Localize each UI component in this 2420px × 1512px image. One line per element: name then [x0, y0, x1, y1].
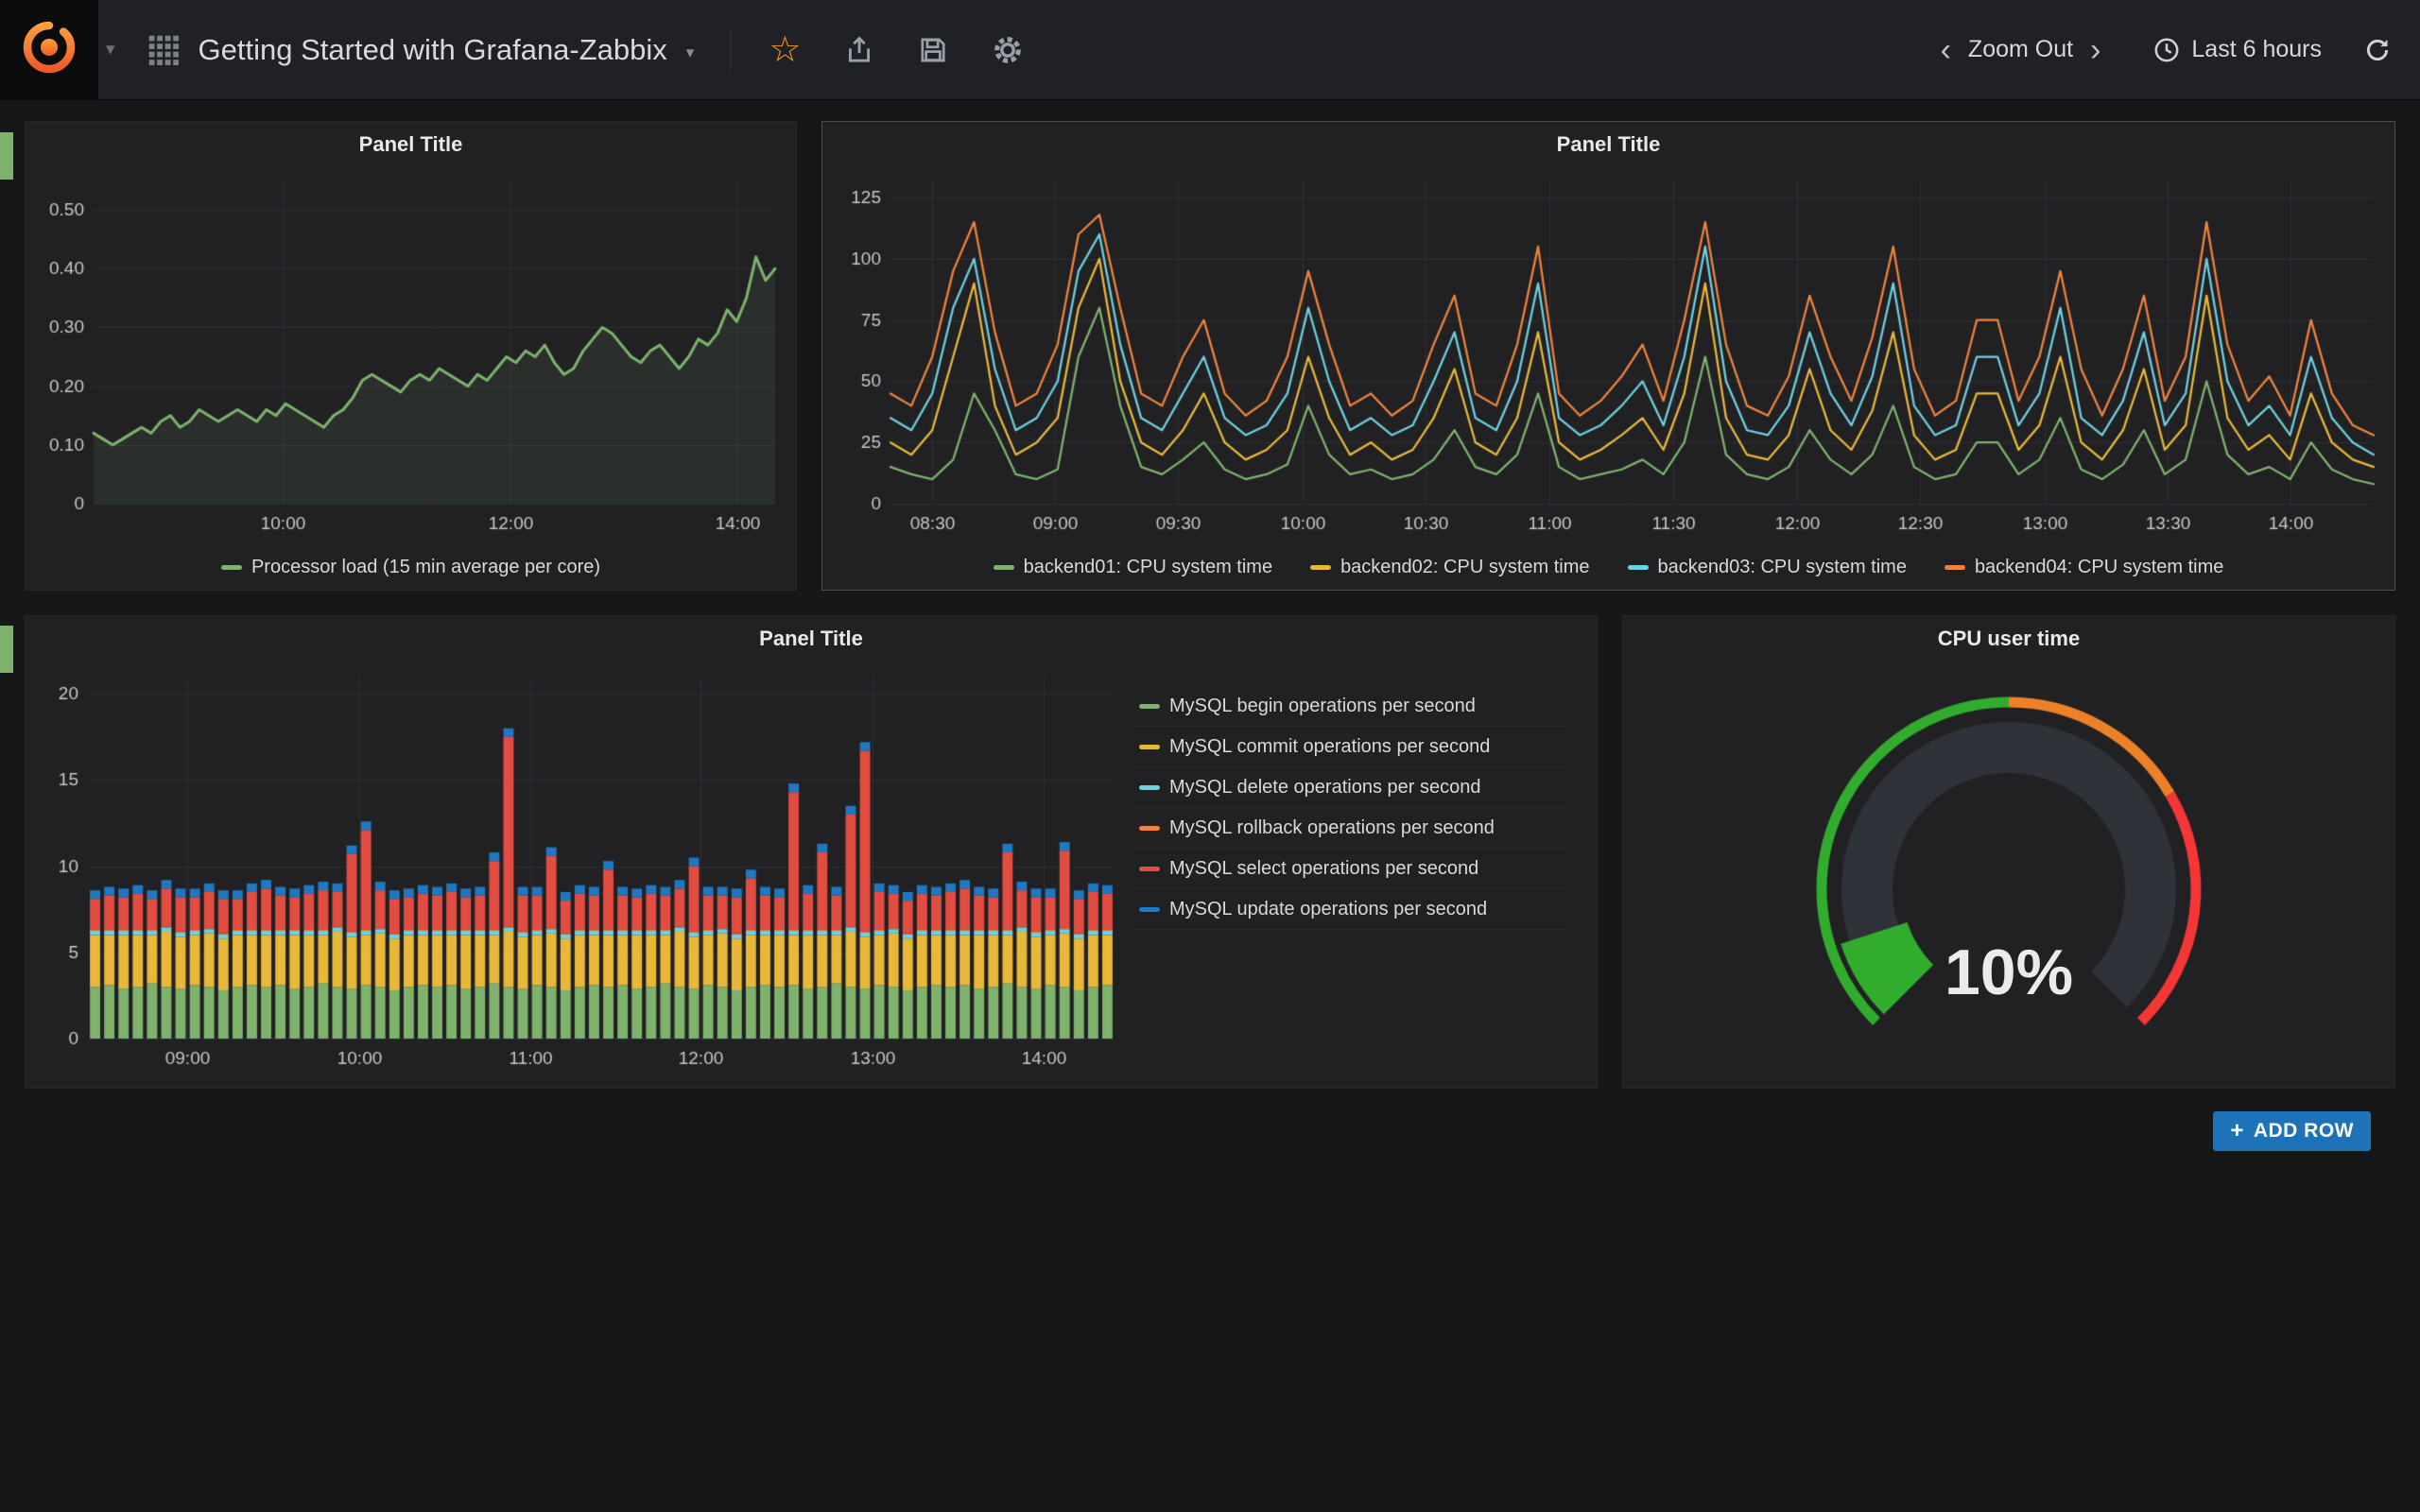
series-color-swatch [1139, 785, 1160, 790]
panel-title[interactable]: Panel Title [822, 122, 2394, 167]
row-handle-2[interactable] [0, 626, 13, 673]
panel-legend: backend01: CPU system time backend02: CP… [822, 545, 2394, 589]
legend-label: backend02: CPU system time [1340, 557, 1589, 578]
series-color-swatch [1139, 907, 1160, 912]
cpu-user-time-gauge[interactable] [1629, 662, 2389, 1082]
zoom-out-button[interactable]: Zoom Out [1964, 36, 2077, 63]
legend-label: backend03: CPU system time [1658, 557, 1907, 578]
panel-title[interactable]: Panel Title [26, 122, 796, 167]
panel-legend: MySQL begin operations per second MySQL … [1133, 662, 1582, 1082]
legend-label: backend01: CPU system time [1024, 557, 1272, 578]
dashboard-picker[interactable]: Getting Started with Grafana-Zabbix ▾ [147, 33, 695, 67]
panel-processor-load: Panel Title Processor load (15 min avera… [25, 121, 797, 591]
favorite-star-button[interactable]: ☆ [769, 32, 801, 68]
series-color-swatch [221, 565, 242, 570]
row-handle-1[interactable] [0, 132, 13, 180]
legend-item[interactable]: MySQL delete operations per second [1133, 767, 1568, 808]
legend-item[interactable]: MySQL commit operations per second [1133, 727, 1568, 767]
series-color-swatch [1139, 745, 1160, 749]
dashboard-title: Getting Started with Grafana-Zabbix [199, 33, 667, 67]
settings-button[interactable] [992, 34, 1024, 66]
refresh-icon [2363, 36, 2392, 64]
panel-legend: Processor load (15 min average per core) [26, 545, 796, 589]
plus-icon: + [2230, 1120, 2244, 1143]
grafana-logo [22, 20, 77, 79]
legend-item[interactable]: backend04: CPU system time [1945, 557, 2223, 578]
time-shift-forward-button[interactable]: › [2077, 34, 2114, 66]
panel-title[interactable]: Panel Title [26, 616, 1597, 662]
add-row-label: ADD ROW [2254, 1120, 2354, 1143]
legend-item[interactable]: backend01: CPU system time [994, 557, 1272, 578]
panel-cpu-system-time: Panel Title backend01: CPU system time b… [821, 121, 2395, 591]
legend-item[interactable]: Processor load (15 min average per core) [221, 557, 600, 578]
legend-label: MySQL rollback operations per second [1169, 817, 1495, 839]
series-color-swatch [1139, 704, 1160, 709]
legend-item[interactable]: MySQL update operations per second [1133, 889, 1568, 930]
time-range-label: Last 6 hours [2191, 36, 2322, 63]
legend-label: MySQL update operations per second [1169, 899, 1487, 920]
navbar-divider [730, 29, 731, 71]
legend-item[interactable]: MySQL begin operations per second [1133, 686, 1568, 727]
legend-item[interactable]: MySQL rollback operations per second [1133, 808, 1568, 849]
series-color-swatch [1310, 565, 1331, 570]
processor-load-chart[interactable] [31, 167, 790, 545]
series-color-swatch [994, 565, 1014, 570]
time-range-picker[interactable]: Last 6 hours [2153, 36, 2322, 63]
legend-label: backend04: CPU system time [1975, 557, 2223, 578]
star-icon: ☆ [769, 32, 801, 68]
dashboard-grid-icon [147, 34, 180, 66]
series-color-swatch [1628, 565, 1649, 570]
series-color-swatch [1139, 826, 1160, 831]
mysql-operations-chart[interactable] [26, 662, 1133, 1082]
share-button[interactable] [844, 35, 874, 65]
grafana-logo-button[interactable] [0, 0, 98, 99]
legend-label: MySQL select operations per second [1169, 858, 1478, 880]
cpu-system-time-chart[interactable] [828, 167, 2389, 545]
panel-mysql-operations: Panel Title MySQL begin operations per s… [25, 615, 1598, 1089]
gear-icon [992, 34, 1024, 66]
legend-label: Processor load (15 min average per core) [251, 557, 600, 578]
legend-label: MySQL delete operations per second [1169, 777, 1480, 799]
dashboard-title-caret-icon: ▾ [686, 43, 695, 62]
legend-label: MySQL begin operations per second [1169, 696, 1476, 717]
save-icon [918, 35, 948, 65]
legend-item[interactable]: backend02: CPU system time [1310, 557, 1589, 578]
panel-cpu-user-time: CPU user time 10% [1622, 615, 2395, 1089]
legend-item[interactable]: MySQL select operations per second [1133, 849, 1568, 889]
refresh-button[interactable] [2363, 36, 2392, 64]
series-color-swatch [1139, 867, 1160, 871]
dashboard-body: Panel Title Processor load (15 min avera… [0, 100, 2420, 1151]
panel-title[interactable]: CPU user time [1623, 616, 2394, 662]
legend-item[interactable]: backend03: CPU system time [1628, 557, 1907, 578]
clock-icon [2153, 37, 2180, 63]
main-menu-caret-icon[interactable]: ▾ [106, 39, 115, 60]
save-button[interactable] [918, 35, 948, 65]
share-icon [844, 35, 874, 65]
series-color-swatch [1945, 565, 1965, 570]
legend-label: MySQL commit operations per second [1169, 736, 1490, 758]
time-shift-back-button[interactable]: ‹ [1927, 34, 1964, 66]
add-row-button[interactable]: + ADD ROW [2213, 1111, 2371, 1151]
top-navbar: ▾ Getting Started with Grafana-Zabbix ▾ … [0, 0, 2420, 100]
